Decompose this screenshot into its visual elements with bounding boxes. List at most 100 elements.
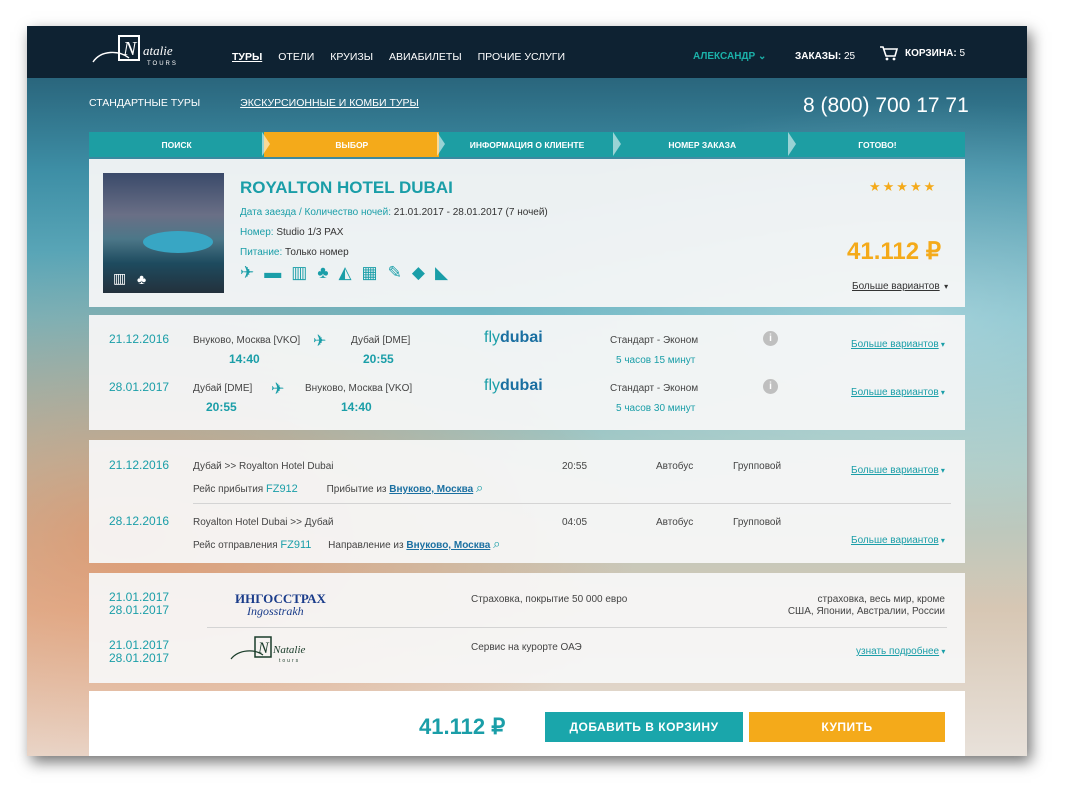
info-icon[interactable]: i [763,379,778,394]
user-name: АЛЕКСАНДР [693,51,756,62]
flight-more-options[interactable]: Больше вариантов ▾ [851,334,945,352]
search-icon[interactable]: ⌕ [493,536,500,551]
add-to-cart-button[interactable]: ДОБАВИТЬ В КОРЗИНУ [545,712,743,742]
caret-down-icon: ▾ [938,340,945,349]
transfer-flight-info: Рейс отправления FZ911 Направление из Вн… [193,536,501,551]
plane-icon: ✈ [313,333,327,350]
transfer-date: 21.12.2016 [109,458,170,472]
transfer-route: Дубай >> Royalton Hotel Dubai [193,461,334,472]
page-frame: N atalie TOURS ТУРЫ ОТЕЛИ КРУИЗЫ АВИАБИЛ… [27,26,1027,756]
flight-class: Стандарт - Эконом [610,383,699,394]
caret-down-icon: ▾ [938,388,945,397]
cart-icon [880,46,899,61]
plane-icon: ✈ [240,263,255,282]
step-client-info: ИНФОРМАЦИЯ О КЛИЕНТЕ [437,132,614,157]
amenities-icons: ✈ ▬ ▥ ♣ ◭ ▦ ✎ ◆ ◣ [240,263,448,283]
flydubai-logo: flydubai [484,329,543,346]
transfer-flight-info: Рейс прибытия FZ912 Прибытие из Внуково,… [193,480,484,495]
map-icon: ▦ [361,263,378,282]
hotel-price: 41.112 ₽ [847,238,942,265]
row-divider [207,627,947,628]
hotel-more-options[interactable]: Больше вариантов ▾ [852,276,948,294]
user-menu[interactable]: АЛЕКСАНДР ⌄ [693,51,766,62]
chevron-down-icon: ⌄ [758,51,767,62]
total-price: 41.112 ₽ [419,714,506,739]
arrival-time: 20:55 [363,352,394,366]
palm-icon: ♣ [137,271,147,287]
caret-down-icon: ▾ [939,647,946,656]
transfer-more-options[interactable]: Больше вариантов ▾ [851,460,945,478]
flight-class: Стандарт - Эконом [610,335,699,346]
origin-city-link[interactable]: Внуково, Москва [406,540,490,551]
transfer-time: 04:05 [562,517,588,528]
ingosstrakh-logo: ИНГОССТРАХ Ingosstrakh [235,591,326,618]
svg-text:N: N [257,640,270,657]
search-icon[interactable]: ⌕ [476,480,483,495]
services-card: 21.01.2017 28.01.2017 ИНГОССТРАХ Ingosst… [89,573,965,683]
natalie-tours-logo[interactable]: N atalie TOURS [89,32,189,72]
flight-date: 28.01.2017 [109,380,170,394]
cart-count: 5 [959,47,965,59]
plane-icon: ✈ [271,381,285,398]
flight-to: Дубай [DME] [351,335,411,346]
hotel-photo[interactable]: ▥ ♣ [103,173,224,293]
transfer-more-options[interactable]: Больше вариантов ▾ [851,530,945,548]
service-icon: ◣ [434,263,449,282]
service-dates: 21.01.2017 28.01.2017 [109,590,170,617]
info-icon[interactable]: i [763,331,778,346]
pool-shape [143,231,213,253]
insurance-icon: ◆ [411,263,425,282]
nav-hotels[interactable]: ОТЕЛИ [278,51,314,63]
standard-tours-link[interactable]: СТАНДАРТНЫЕ ТУРЫ [89,97,200,109]
orders-link[interactable]: ЗАКАЗЫ: 25 [795,51,855,62]
hotel-dates: Дата заезда / Количество ночей: 21.01.20… [240,207,548,218]
orders-label: ЗАКАЗЫ: [795,51,842,62]
flight-more-options[interactable]: Больше вариантов ▾ [851,382,945,400]
nav-flights[interactable]: АВИАБИЛЕТЫ [389,51,462,63]
hotel-room: Номер: Studio 1/3 PAX [240,227,344,238]
transfer-transport: Автобус [656,461,694,472]
hotel-stars: ★★★★★ [869,179,938,194]
nav-tours[interactable]: ТУРЫ [232,51,262,63]
flights-card: 21.12.2016 Внуково, Москва [VKO] ✈ Дубай… [89,315,965,430]
step-done: ГОТОВО! [787,132,965,157]
cart-label: КОРЗИНА: [905,47,957,59]
flight-from: Дубай [DME] [193,383,253,394]
svg-text:tours: tours [279,658,300,664]
service-note: страховка, весь мир, кроме США, Японии, … [787,594,945,617]
flight-from: Внуково, Москва [VKO] [193,335,301,346]
svg-text:Natalie: Natalie [272,644,306,656]
booking-steps: ПОИСК ВЫБОР ИНФОРМАЦИЯ О КЛИЕНТЕ НОМЕР З… [89,132,965,157]
departure-time: 14:40 [229,352,260,366]
svg-text:N: N [122,38,138,60]
hotel-name[interactable]: ROYALTON HOTEL DUBAI [240,178,453,198]
nav-cruises[interactable]: КРУИЗЫ [330,51,373,63]
service-description: Сервис на курорте ОАЭ [471,642,582,653]
building-icon: ▥ [113,270,127,286]
transfer-type: Групповой [733,517,782,528]
excursion-tours-link[interactable]: ЭКСКУРСИОННЫЕ И КОМБИ ТУРЫ [240,97,419,109]
buy-button[interactable]: КУПИТЬ [749,712,945,742]
origin-city-link[interactable]: Внуково, Москва [389,484,473,495]
transfers-card: 21.12.2016 Дубай >> Royalton Hotel Dubai… [89,440,965,563]
excursion-icon: ♣ [317,263,329,282]
phone-number: 8 (800) 700 17 71 [803,94,969,117]
step-order-number: НОМЕР ЗАКАЗА [612,132,790,157]
step-choice: ВЫБОР [262,132,440,157]
row-divider [193,503,951,504]
nav-other-services[interactable]: ПРОЧИЕ УСЛУГИ [478,51,565,63]
ship-icon: ◭ [338,263,352,282]
hotel-food: Питание: Только номер [240,247,349,258]
transfer-route: Royalton Hotel Dubai >> Дубай [193,517,334,528]
hotel-card: ▥ ♣ ROYALTON HOTEL DUBAI Дата заезда / К… [89,159,965,307]
svg-text:TOURS: TOURS [147,61,178,67]
tour-type-nav: СТАНДАРТНЫЕ ТУРЫ ЭКСКУРСИОННЫЕ И КОМБИ Т… [89,97,419,109]
flydubai-logo: flydubai [484,377,543,394]
bus-icon: ▬ [264,263,282,282]
natalie-tours-logo: N Natalie tours [230,636,306,664]
service-more-link[interactable]: узнать подробнее ▾ [856,641,945,659]
hotel-icon: ▥ [291,263,308,282]
departure-time: 20:55 [206,400,237,414]
cart-link[interactable]: КОРЗИНА: 5 [879,45,965,61]
caret-down-icon: ▾ [938,466,945,475]
